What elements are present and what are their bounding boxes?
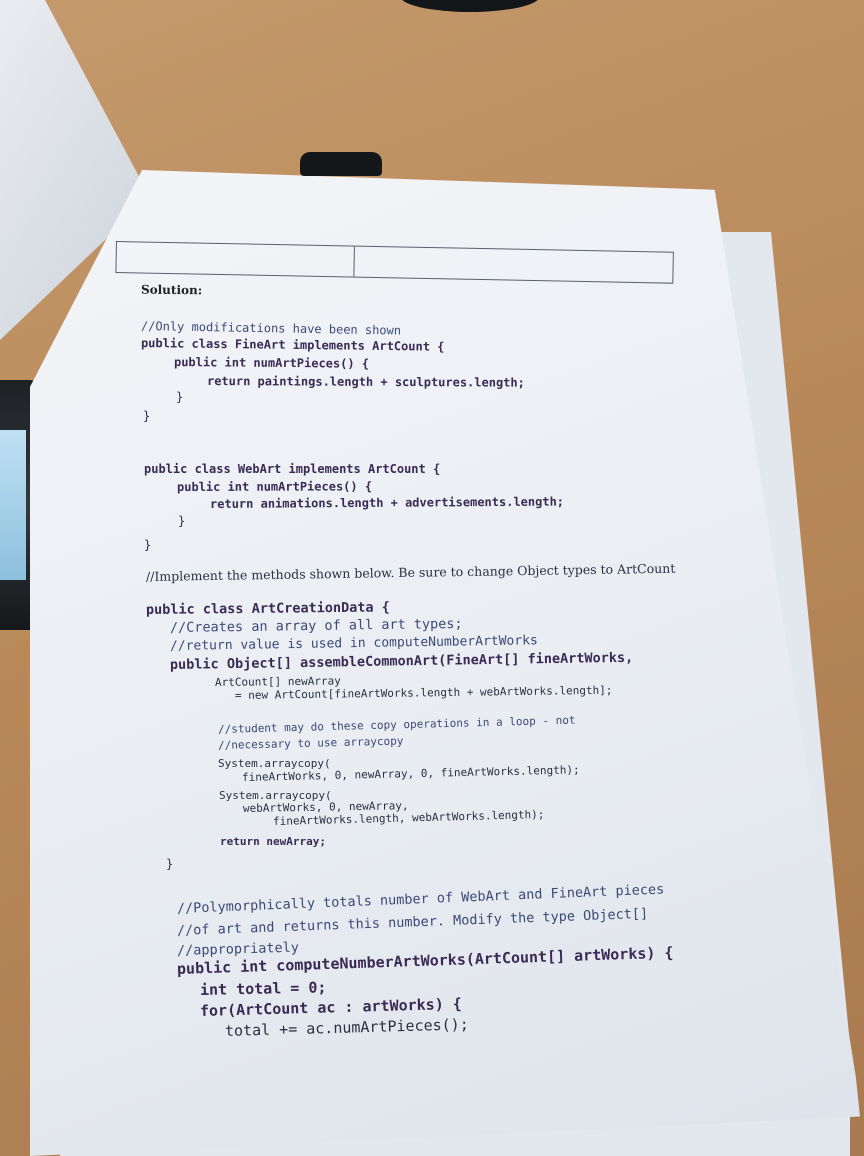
code-comment: //return value is used in computeNumberA… <box>169 633 538 654</box>
code-line: return animations.length + advertisement… <box>209 494 565 511</box>
code-comment: //student may do these copy operations i… <box>217 713 576 736</box>
code-line: public class FineArt implements ArtCount… <box>140 336 445 354</box>
code-line: int total = 0; <box>199 978 327 999</box>
solution-heading: Solution: <box>140 282 203 298</box>
code-line: } <box>178 514 186 528</box>
code-line: public class ArtCreationData { <box>145 599 390 618</box>
code-line: } <box>143 409 151 423</box>
code-comment: //Creates an array of all art types; <box>169 615 463 636</box>
code-line: ArtCount[] newArray <box>214 674 341 689</box>
code-line: total += ac.numArtPieces(); <box>224 1015 469 1040</box>
code-line: public class WebArt implements ArtCount … <box>144 462 441 476</box>
code-line: System.arraycopy( <box>219 789 332 802</box>
code-line: return paintings.length + sculptures.len… <box>206 374 525 390</box>
code-line: public int numArtPieces() { <box>176 479 373 494</box>
code-line: public Object[] assembleCommonArt(FineAr… <box>169 649 634 673</box>
page-text: Solution: //Only modifications have been… <box>0 0 864 1156</box>
code-line: public int numArtPieces() { <box>173 355 370 371</box>
code-comment: //Only modifications have been shown <box>140 319 402 338</box>
code-line: System.arraycopy( <box>218 757 331 770</box>
instruction-text: //Implement the methods shown below. Be … <box>145 560 676 584</box>
code-line: return newArray; <box>220 835 326 848</box>
code-line: } <box>144 538 152 552</box>
code-comment: //necessary to use arraycopy <box>217 734 404 752</box>
code-line: } <box>166 857 174 871</box>
code-line: } <box>176 390 184 404</box>
